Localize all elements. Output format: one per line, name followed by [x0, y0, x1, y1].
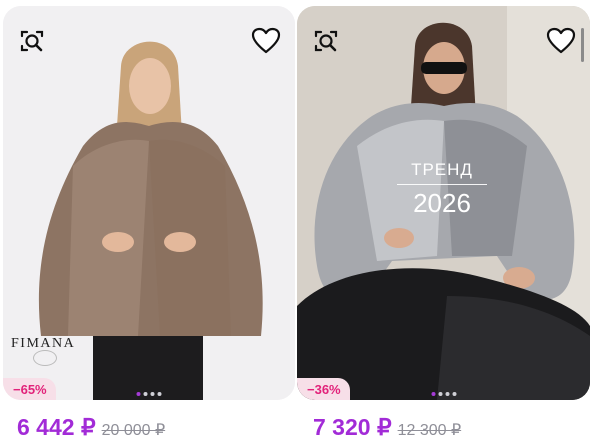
- old-price: 12 300 ₽: [397, 422, 462, 439]
- price-row-2: 7 320 ₽ 12 300 ₽: [313, 414, 461, 441]
- image-search-icon[interactable]: [15, 24, 49, 58]
- carousel-dot: [438, 392, 442, 396]
- price-row-1: 6 442 ₽ 20 000 ₽: [17, 414, 165, 441]
- heart-outline-icon[interactable]: [544, 24, 578, 58]
- heart-outline-icon[interactable]: [249, 24, 283, 58]
- discount-badge: −36%: [297, 378, 350, 400]
- image-carousel-dots: [431, 392, 456, 396]
- current-price: 6 442 ₽: [17, 414, 96, 440]
- product-card-1[interactable]: FIMANA −65%: [3, 6, 295, 400]
- trend-title: ТРЕНД: [397, 160, 487, 185]
- current-price: 7 320 ₽: [313, 414, 392, 440]
- carousel-dot: [431, 392, 435, 396]
- scrollbar[interactable]: [581, 28, 584, 62]
- carousel-dot: [150, 392, 155, 396]
- carousel-dot: [445, 392, 449, 396]
- trend-year: 2026: [413, 188, 471, 218]
- image-search-icon[interactable]: [309, 24, 343, 58]
- brand-logo-mark: [33, 350, 57, 366]
- old-price: 20 000 ₽: [101, 422, 166, 439]
- image-carousel-dots: [136, 392, 162, 396]
- carousel-dot: [452, 392, 456, 396]
- discount-badge: −65%: [3, 378, 56, 400]
- product-card-2[interactable]: ТРЕНД 2026 −36%: [297, 6, 590, 400]
- carousel-dot: [136, 392, 141, 396]
- carousel-dot: [143, 392, 148, 396]
- trend-label: ТРЕНД 2026: [397, 160, 487, 219]
- carousel-dot: [157, 392, 162, 396]
